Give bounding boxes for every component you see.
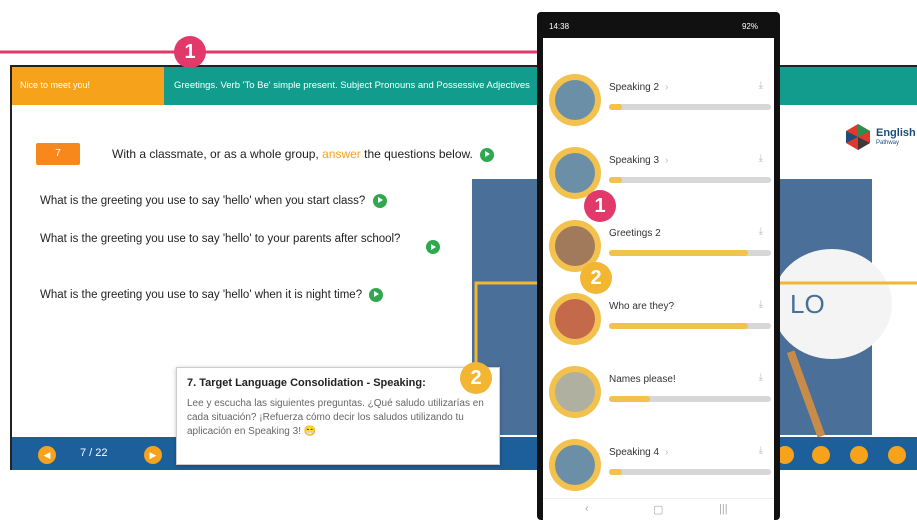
lesson-list-item[interactable]: Names please! ⤓ [547,362,771,432]
lesson-title: Greetings 2 [609,228,661,239]
download-icon[interactable]: ⤓ [759,372,763,383]
lesson-list-item[interactable]: Who are they? ⤓ [547,289,771,359]
download-icon[interactable]: ⤓ [759,226,763,237]
lesson-thumbnail [549,74,601,126]
lesson-thumbnail [549,439,601,491]
phone-screen: 14:38 92% Speaking 2 › ⤓ Speaking 3 › ⤓ Greeti… [543,18,774,520]
progress-track [609,250,771,256]
marker-1-phone: 1 [584,190,616,222]
progress-fill [609,396,650,402]
progress-fill [609,250,749,256]
lesson-title: Speaking 2 › [609,82,668,93]
lesson-title-text: Speaking 2 [609,82,660,93]
status-time: 14:38 [549,22,570,31]
phone-status-bar: 14:38 92% [543,18,774,38]
thumbnail-image [555,153,595,193]
download-icon[interactable]: ⤓ [759,153,763,164]
lesson-title-text: Names please! [609,374,676,385]
download-icon[interactable]: ⤓ [759,299,763,310]
download-icon[interactable]: ⤓ [759,80,763,91]
status-battery: 92% [741,22,758,31]
thumbnail-image [555,445,595,485]
lesson-title: Speaking 4 › [609,447,668,458]
lesson-title: Speaking 3 › [609,155,668,166]
chevron-right-icon: › [665,155,669,166]
lesson-list-item[interactable]: Speaking 4 › ⤓ [547,435,771,505]
download-icon[interactable]: ⤓ [759,445,763,456]
lesson-thumbnail [549,293,601,345]
lesson-thumbnail [549,366,601,418]
android-recent-icon[interactable]: ||| [719,503,728,515]
lesson-title: Who are they? [609,301,674,312]
chevron-right-icon: › [665,447,669,458]
lesson-title-text: Greetings 2 [609,228,661,239]
progress-track [609,323,771,329]
lesson-title-text: Speaking 4 [609,447,660,458]
marker-2-phone: 2 [580,262,612,294]
lesson-title-text: Who are they? [609,301,675,312]
progress-fill [609,104,622,110]
marker-1-top: 1 [174,36,206,68]
progress-track [609,177,771,183]
android-nav-bar: ‹ ▢ ||| [543,498,774,520]
thumbnail-image [555,80,595,120]
thumbnail-image [555,299,595,339]
phone-mockup: 14:38 92% Speaking 2 › ⤓ Speaking 3 › ⤓ Greeti… [537,12,780,520]
marker-2-card: 2 [460,362,492,394]
progress-track [609,469,771,475]
lesson-list-item[interactable]: Speaking 3 › ⤓ [547,143,771,213]
thumbnail-image [555,372,595,412]
thumbnail-image [555,226,595,266]
progress-fill [609,469,622,475]
progress-fill [609,323,749,329]
chevron-right-icon: › [665,82,669,93]
lesson-list-item[interactable]: Speaking 2 › ⤓ [547,70,771,140]
android-back-icon[interactable]: ‹ [585,503,589,515]
android-home-icon[interactable]: ▢ [653,503,663,516]
progress-fill [609,177,622,183]
progress-track [609,396,771,402]
lesson-title-text: Speaking 3 [609,155,660,166]
progress-track [609,104,771,110]
lesson-title: Names please! [609,374,676,385]
